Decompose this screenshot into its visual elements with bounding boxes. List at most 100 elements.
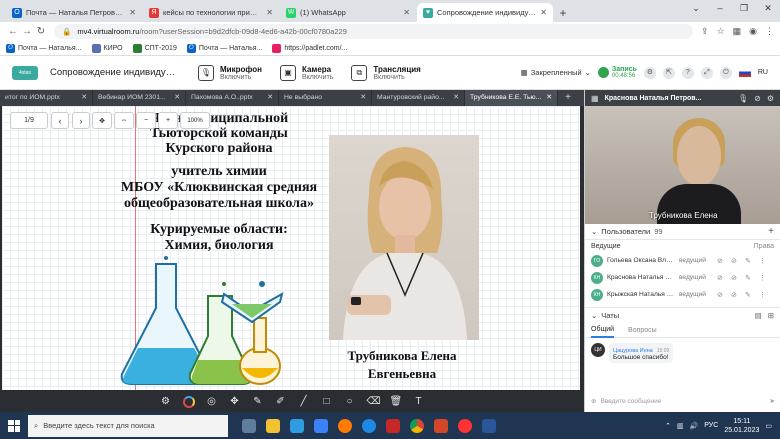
profile-icon[interactable]: ◉ bbox=[749, 26, 757, 37]
file-explorer-icon[interactable] bbox=[266, 418, 280, 433]
line-icon[interactable]: ╱ bbox=[298, 396, 310, 408]
doc-tab[interactable]: итог по ИОМ.pptx ✕ bbox=[0, 90, 93, 106]
forward-icon[interactable]: → bbox=[20, 26, 34, 37]
fit-width-button[interactable]: ⇔ bbox=[114, 112, 134, 129]
tab-questions[interactable]: Вопросы bbox=[628, 327, 657, 334]
task-view-icon[interactable] bbox=[242, 418, 256, 433]
word-icon[interactable] bbox=[482, 418, 496, 433]
grid-icon[interactable]: ▦ bbox=[591, 94, 599, 103]
move-button[interactable]: ✥ bbox=[92, 112, 112, 129]
close-icon[interactable]: ✕ bbox=[129, 8, 136, 17]
microphone-button[interactable]: 🎙 Микрофон Включить bbox=[198, 64, 262, 81]
gear-icon[interactable]: ⚙ bbox=[767, 94, 774, 103]
doc-tab[interactable]: Вебинар ИОМ 2301... ✕ bbox=[93, 90, 186, 106]
record-indicator[interactable]: Запись 00:48:56 bbox=[597, 66, 637, 79]
bookmark-mail-2[interactable]: O Почта — Наталья... bbox=[186, 43, 262, 53]
close-icon[interactable]: ✕ bbox=[540, 8, 547, 17]
close-icon[interactable]: ✕ bbox=[174, 90, 180, 106]
ellipse-icon[interactable]: ○ bbox=[344, 396, 356, 408]
browser-tab-yandex[interactable]: Я кейсы по технологии примеры ✕ bbox=[143, 3, 279, 22]
yandex-browser-icon[interactable] bbox=[458, 418, 472, 433]
zoom-level[interactable]: 100% bbox=[180, 112, 210, 129]
app-icon[interactable] bbox=[386, 418, 400, 433]
eraser-icon[interactable]: ⌫ bbox=[367, 396, 381, 408]
add-chat-icon[interactable]: ⊞ bbox=[768, 311, 774, 320]
slide-canvas[interactable]: Член муниципальной Тьюторской команды Ку… bbox=[2, 106, 580, 390]
close-icon[interactable]: ✕ bbox=[360, 90, 366, 106]
bookmark-spt[interactable]: СПТ-2019 bbox=[132, 43, 177, 53]
extensions-icon[interactable]: ▦ bbox=[733, 26, 742, 37]
pinned-dropdown[interactable]: ▦ Закрепленный ⌄ bbox=[521, 68, 591, 77]
doc-tab[interactable]: Не выбрано ✕ bbox=[279, 90, 372, 106]
camera-off-icon[interactable]: ⊘ bbox=[754, 94, 761, 103]
tab-general[interactable]: Общий bbox=[591, 323, 615, 338]
minimize-icon[interactable]: – bbox=[708, 0, 732, 18]
network-icon[interactable]: ▥ bbox=[677, 422, 684, 430]
url-field[interactable]: 🔒 mv4.virtualroom.ru/room?userSession=b9… bbox=[54, 24, 693, 39]
camera-button[interactable]: ▣ Камера Включить bbox=[279, 64, 333, 81]
browser-tab-mail[interactable]: O Почта — Наталья Петровна Кра ✕ bbox=[6, 3, 142, 22]
gear-icon[interactable]: ⚙ bbox=[643, 66, 656, 79]
maximize-icon[interactable]: ❐ bbox=[732, 0, 756, 18]
color-picker-icon[interactable] bbox=[182, 396, 195, 408]
pen-icon[interactable]: ✎ bbox=[745, 274, 755, 282]
doc-tab[interactable]: Пахомова А.О..pptx ✕ bbox=[186, 90, 279, 106]
next-page-button[interactable]: › bbox=[72, 112, 90, 129]
doc-tab[interactable]: Мантуровский райо... ✕ bbox=[372, 90, 465, 106]
camera-off-icon[interactable]: ⊘ bbox=[731, 257, 741, 265]
text-icon[interactable]: T bbox=[413, 396, 425, 408]
chevron-down-icon[interactable]: ⌄ bbox=[684, 0, 708, 18]
move-icon[interactable]: ✥ bbox=[229, 396, 241, 408]
bookmark-mail-1[interactable]: O Почта — Наталья... bbox=[6, 43, 82, 53]
rectangle-icon[interactable]: □ bbox=[321, 396, 333, 408]
users-section-header[interactable]: ⌄ Пользователи 99 + bbox=[585, 224, 780, 240]
list-item[interactable]: КН Крыжская Наталья А... ведущий ⊘ ⊘ ✎ ⋮ bbox=[591, 286, 774, 303]
microphone-off-icon[interactable]: ⊘ bbox=[717, 257, 727, 265]
powerpoint-icon[interactable] bbox=[434, 418, 448, 433]
attach-icon[interactable]: ⊕ bbox=[591, 397, 596, 405]
close-window-icon[interactable]: ✕ bbox=[756, 0, 780, 18]
reload-icon[interactable]: ↻ bbox=[34, 26, 48, 37]
store-icon[interactable] bbox=[290, 418, 304, 433]
close-icon[interactable]: ✕ bbox=[403, 8, 410, 17]
chat-input[interactable]: ⊕ Введите сообщение ➤ bbox=[591, 394, 775, 408]
help-icon[interactable]: ? bbox=[681, 66, 694, 79]
participant-video[interactable]: Трубникова Елена bbox=[585, 106, 780, 224]
bookmark-padlet[interactable]: https://padlet.com/... bbox=[272, 43, 347, 53]
more-icon[interactable]: ⋮ bbox=[759, 291, 769, 299]
chrome-icon[interactable] bbox=[410, 418, 424, 433]
bookmark-kiro[interactable]: КИРО bbox=[91, 43, 123, 53]
browser-tab-whatsapp[interactable]: W (1) WhatsApp ✕ bbox=[280, 3, 416, 22]
microphone-off-icon[interactable]: 🎙 bbox=[738, 94, 748, 103]
camera-off-icon[interactable]: ⊘ bbox=[731, 291, 741, 299]
language-label[interactable]: RU bbox=[758, 69, 768, 76]
list-item[interactable]: ГО Гольева Оксана Влад... ведущий ⊘ ⊘ ✎ … bbox=[591, 252, 774, 269]
pen-icon[interactable]: ✎ bbox=[745, 257, 755, 265]
keyboard-language[interactable]: РУС bbox=[704, 422, 718, 429]
list-item[interactable]: КН Краснова Наталья Пе... ведущий ⊘ ⊘ ✎ … bbox=[591, 269, 774, 286]
close-icon[interactable]: ✕ bbox=[267, 90, 273, 106]
exit-icon[interactable]: ⏻ bbox=[719, 66, 732, 79]
more-icon[interactable]: ⋮ bbox=[759, 257, 769, 265]
trash-icon[interactable]: 🗑 bbox=[390, 396, 403, 408]
mail-icon[interactable] bbox=[314, 418, 328, 433]
microphone-off-icon[interactable]: ⊘ bbox=[717, 274, 727, 282]
chats-section-header[interactable]: ⌄ Чаты ▤ ⊞ bbox=[585, 307, 780, 323]
windows-start-icon[interactable] bbox=[4, 416, 24, 436]
zoom-in-button[interactable]: + bbox=[158, 112, 178, 129]
send-icon[interactable]: ➤ bbox=[770, 397, 775, 405]
back-icon[interactable]: ← bbox=[6, 26, 20, 37]
share-icon[interactable]: ⇪ bbox=[701, 26, 709, 37]
chevron-up-icon[interactable]: ⌃ bbox=[665, 422, 671, 430]
pointer-icon[interactable]: ◎ bbox=[206, 396, 218, 408]
microphone-off-icon[interactable]: ⊘ bbox=[717, 291, 727, 299]
chat-settings-icon[interactable]: ▤ bbox=[755, 311, 762, 320]
broadcast-button[interactable]: ⧉ Трансляция Включить bbox=[351, 64, 421, 81]
notifications-icon[interactable]: ▭ bbox=[765, 422, 772, 430]
close-icon[interactable]: ✕ bbox=[81, 90, 87, 106]
prev-page-button[interactable]: ‹ bbox=[51, 112, 69, 129]
add-document-button[interactable]: + bbox=[558, 90, 578, 106]
pen-icon[interactable]: ✎ bbox=[252, 396, 264, 408]
zoom-out-button[interactable]: − bbox=[136, 112, 156, 129]
star-icon[interactable]: ☆ bbox=[717, 26, 725, 37]
